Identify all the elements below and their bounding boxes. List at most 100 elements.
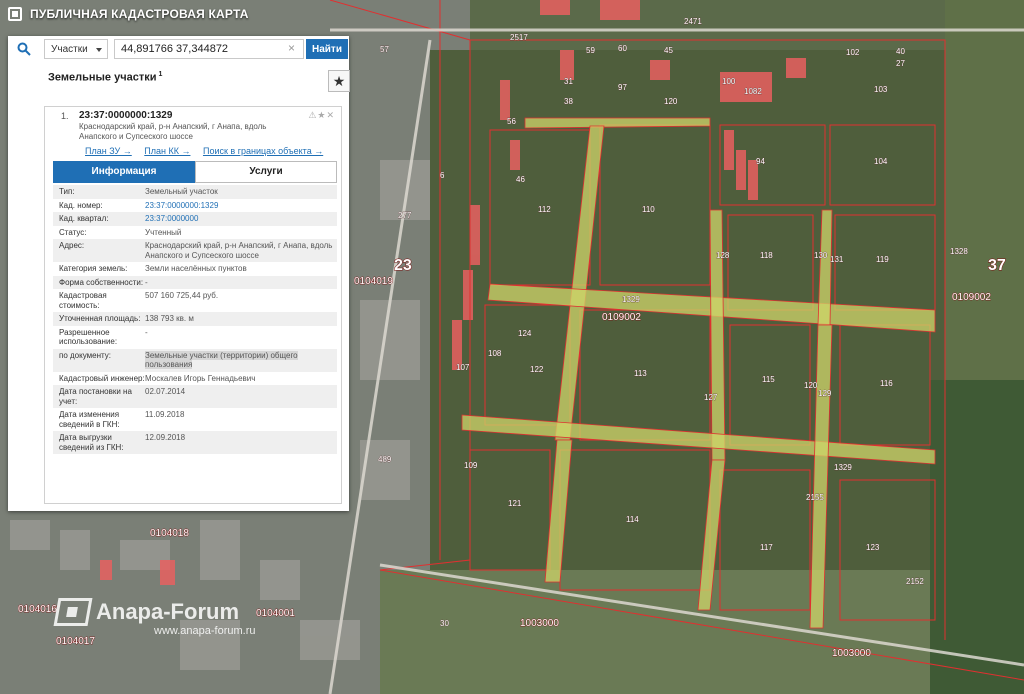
favorite-star-icon[interactable]: ★	[328, 70, 350, 92]
svg-text:119: 119	[876, 255, 889, 264]
svg-text:94: 94	[756, 157, 765, 166]
attr-key: Тип:	[59, 187, 75, 196]
svg-text:56: 56	[507, 117, 516, 126]
watermark-url: www.anapa-forum.ru	[154, 625, 256, 637]
svg-text:115: 115	[762, 375, 775, 384]
attr-row: Дата изменения сведений в ГКН: 11.09.2018	[53, 408, 337, 431]
svg-text:57: 57	[380, 45, 389, 54]
svg-text:102: 102	[846, 48, 860, 57]
plan-zu-link[interactable]: План ЗУ →	[85, 146, 132, 156]
svg-text:116: 116	[880, 379, 893, 388]
svg-text:37: 37	[988, 257, 1006, 274]
attr-row: Статус: Учтенный	[53, 226, 337, 240]
svg-text:0104018: 0104018	[150, 528, 189, 539]
svg-text:100: 100	[722, 77, 736, 86]
svg-text:124: 124	[518, 329, 532, 338]
search-within-link[interactable]: Поиск в границах объекта →	[203, 146, 323, 156]
svg-text:1328: 1328	[950, 247, 968, 256]
attr-key: Дата постановки на учет:	[59, 387, 132, 406]
attr-value-text: Земельные участки (территории) общего по…	[145, 350, 298, 369]
parcel-number[interactable]: 23:37:0000000:1329	[79, 110, 172, 121]
card-tools-icons[interactable]: ⚠★✕	[308, 110, 335, 121]
attr-key: Кад. номер:	[59, 200, 103, 210]
attr-key: Кад. квартал:	[59, 214, 109, 223]
attr-row: Тип: Земельный участок	[53, 185, 337, 199]
parcel-address: Краснодарский край, р-н Анапский, г Анап…	[79, 122, 267, 141]
svg-text:2517: 2517	[510, 33, 528, 42]
tab-services[interactable]: Услуги	[195, 161, 337, 183]
svg-text:0104001: 0104001	[256, 608, 295, 619]
attributes-table: Тип: Земельный участок Кад. номер: 23:37:0…	[53, 185, 337, 454]
search-input[interactable]	[114, 39, 304, 59]
svg-text:118: 118	[760, 251, 773, 260]
attr-key: по документу:	[59, 350, 111, 360]
attr-value: 138 793 кв. м	[145, 314, 194, 323]
svg-text:103: 103	[874, 85, 888, 94]
svg-text:1003000: 1003000	[832, 648, 871, 659]
attr-key: Разрешенное использование:	[59, 327, 118, 347]
card-links: План ЗУ → План КК → Поиск в границах объ…	[85, 146, 333, 156]
svg-text:117: 117	[760, 543, 773, 552]
svg-text:2155: 2155	[806, 493, 824, 502]
attr-value: 02.07.2014	[145, 387, 186, 396]
attr-value: Земельные участки (территории) общего по…	[145, 350, 337, 370]
svg-text:104: 104	[874, 157, 888, 166]
svg-text:45: 45	[664, 46, 673, 55]
attr-key: Дата изменения сведений в ГКН:	[59, 410, 120, 429]
svg-text:59: 59	[586, 46, 595, 55]
svg-text:2471: 2471	[684, 17, 702, 26]
attr-value: Земельный участок	[145, 187, 218, 196]
svg-text:31: 31	[564, 77, 573, 86]
watermark: Anapa-Forum	[53, 598, 239, 626]
search-icon[interactable]	[8, 36, 40, 62]
svg-text:40: 40	[896, 47, 905, 56]
svg-text:97: 97	[618, 83, 627, 92]
watermark-name: Anapa-Forum	[96, 599, 239, 624]
svg-text:6: 6	[440, 171, 445, 180]
svg-text:60: 60	[618, 44, 627, 53]
attr-value: 507 160 725,44 руб.	[145, 291, 219, 300]
clear-icon[interactable]: ×	[288, 41, 295, 55]
attr-row: Дата выгрузки сведений из ГКН: 12.09.2018	[53, 431, 337, 454]
search-type-dropdown[interactable]: Участки	[44, 39, 108, 59]
svg-text:122: 122	[530, 365, 544, 374]
card-tabs: Информация Услуги	[53, 161, 337, 183]
cad-number-link[interactable]: 23:37:0000000:1329	[145, 201, 337, 211]
svg-text:131: 131	[830, 255, 844, 264]
result-index: 1.	[61, 111, 69, 121]
svg-text:0104019: 0104019	[354, 276, 393, 287]
app-header: ПУБЛИЧНАЯ КАДАСТРОВАЯ КАРТА	[0, 0, 360, 28]
svg-text:2152: 2152	[906, 577, 924, 586]
attr-row: по документу: Земельные участки (территор…	[53, 348, 337, 372]
svg-text:108: 108	[488, 349, 502, 358]
svg-text:277: 277	[398, 211, 412, 220]
attr-value: 12.09.2018	[145, 433, 186, 442]
svg-text:109: 109	[464, 461, 478, 470]
attr-key: Адрес:	[59, 241, 85, 250]
svg-text:120: 120	[804, 381, 818, 390]
search-type-label: Участки	[51, 44, 88, 55]
attr-row: Кадастровый инженер: Москалев Игорь Генна…	[53, 372, 337, 386]
result-count: 1	[158, 71, 163, 78]
svg-text:46: 46	[516, 175, 525, 184]
svg-text:127: 127	[704, 393, 718, 402]
svg-text:129: 129	[818, 389, 832, 398]
svg-text:110: 110	[642, 205, 655, 214]
attr-value: 11.09.2018	[145, 410, 185, 419]
tab-information[interactable]: Информация	[53, 161, 195, 183]
svg-text:0109002: 0109002	[952, 292, 991, 303]
attr-row: Уточненная площадь: 138 793 кв. м	[53, 312, 337, 326]
svg-text:107: 107	[456, 363, 470, 372]
attr-value: -	[145, 327, 148, 337]
find-button[interactable]: Найти	[306, 39, 348, 59]
svg-text:1082: 1082	[744, 87, 762, 96]
svg-text:128: 128	[716, 251, 730, 260]
app-title: ПУБЛИЧНАЯ КАДАСТРОВАЯ КАРТА	[30, 7, 249, 21]
plan-kk-link[interactable]: План КК →	[144, 146, 190, 156]
attr-row: Форма собственности: -	[53, 275, 337, 289]
svg-text:1329: 1329	[834, 463, 852, 472]
app-logo-icon	[8, 7, 22, 21]
cad-quarter-link[interactable]: 23:37:0000000	[145, 214, 337, 224]
attr-row: Адрес: Краснодарский край, р-н Анапский, …	[53, 239, 337, 262]
attr-row: Категория земель: Земли населённых пункто…	[53, 262, 337, 276]
